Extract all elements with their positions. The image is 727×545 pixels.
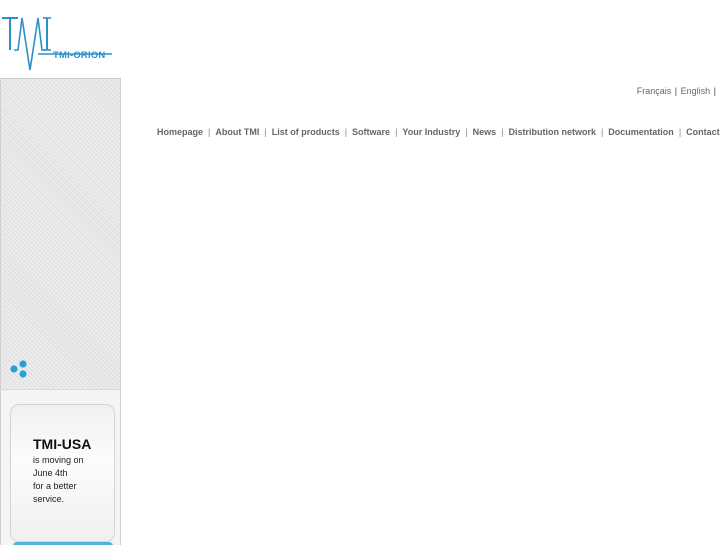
news-line: for a better	[33, 481, 77, 491]
three-blue-dots-icon	[10, 360, 27, 378]
nav-separator: |	[600, 127, 604, 137]
nav-news[interactable]: News	[473, 127, 497, 137]
news-line: is moving on	[33, 455, 84, 465]
language-switcher: Français | English |	[637, 86, 717, 96]
tmi-logo-icon	[2, 17, 112, 71]
news-title: TMI-USA	[33, 436, 92, 452]
nav-separator: |	[501, 127, 504, 137]
nav-documentation[interactable]: Documentation	[608, 127, 674, 137]
nav-contact[interactable]: Contact	[686, 127, 720, 137]
nav-separator: |	[264, 127, 267, 137]
nav-separator: |	[465, 127, 468, 137]
nav-separator: |	[208, 127, 211, 137]
page: TMI-ORION Français | English | Homepage |…	[0, 0, 727, 545]
nav-about[interactable]: About TMI	[215, 127, 259, 137]
sidebar-news-panel: TMI-USA is moving on June 4th for a bett…	[1, 389, 120, 545]
sidebar: TMI-USA is moving on June 4th for a bett…	[0, 78, 121, 545]
nav-homepage[interactable]: Homepage	[157, 127, 203, 137]
nav-separator: |	[678, 127, 682, 137]
lang-francais-link[interactable]: Français	[637, 86, 672, 96]
logo-text: TMI-ORION	[53, 50, 106, 61]
main-nav: Homepage | About TMI | List of products | Soft…	[157, 127, 720, 137]
nav-industry[interactable]: Your Industry	[402, 127, 460, 137]
lang-english-link[interactable]: English	[681, 86, 711, 96]
lang-separator: |	[713, 86, 716, 96]
nav-products[interactable]: List of products	[272, 127, 340, 137]
news-card[interactable]: TMI-USA is moving on June 4th for a bett…	[10, 404, 115, 542]
lang-separator: |	[674, 86, 678, 96]
nav-separator: |	[344, 127, 348, 137]
news-line: June 4th	[33, 468, 68, 478]
nav-distribution[interactable]: Distribution network	[508, 127, 596, 137]
nav-separator: |	[395, 127, 398, 137]
sidebar-pattern-panel	[1, 79, 120, 389]
news-line: service.	[33, 494, 65, 504]
nav-software[interactable]: Software	[352, 127, 390, 137]
logo[interactable]: TMI-ORION	[0, 10, 120, 76]
